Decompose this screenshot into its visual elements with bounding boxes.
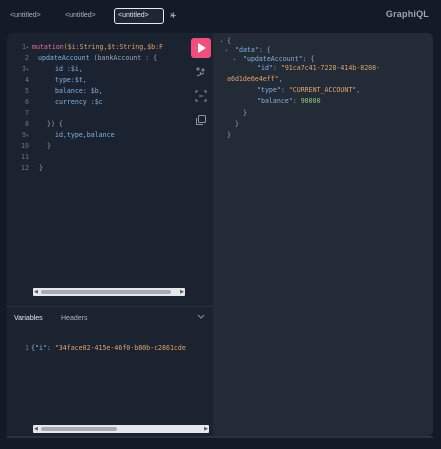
query-editor[interactable]: 1▾ 2 3▾ 4 5 6 7 8 9▾ 10 11 12 mutation($… (7, 33, 213, 306)
code-line: id,type,balance (55, 131, 115, 139)
line-number: 4 (25, 76, 29, 84)
line-number: 3▾ (22, 65, 29, 73)
fold-icon[interactable]: ▾ (233, 57, 236, 63)
tab-untitled-2[interactable]: <untitled> (62, 8, 99, 24)
line-number: 11 (21, 153, 29, 161)
result-line: "data": { (235, 46, 271, 54)
fold-icon[interactable]: ▾ (26, 133, 29, 139)
editor-horizontal-scrollbar[interactable]: ◀ ▶ (33, 288, 185, 296)
tab-label: <untitled> (65, 12, 96, 19)
query-editor-code[interactable]: 1▾ 2 3▾ 4 5 6 7 8 9▾ 10 11 12 mutation($… (7, 39, 183, 279)
line-number: 6 (25, 98, 29, 106)
fold-icon[interactable]: ▾ (220, 39, 223, 45)
code-line: balance: $b, (55, 87, 103, 95)
merge-fragments-icon[interactable] (195, 90, 207, 102)
fold-icon[interactable]: ▾ (26, 67, 29, 73)
result-line: } (235, 120, 239, 128)
tab-bar: <untitled> <untitled> <untitled> × + Gra… (0, 0, 441, 33)
fold-icon[interactable]: ▾ (26, 45, 29, 51)
scroll-right-icon[interactable]: ▶ (180, 289, 184, 295)
result-line: "updateAccount": { (243, 55, 315, 63)
result-viewer[interactable]: ▾ { ▾ "data": { ▾ "updateAccount": { "id… (213, 33, 433, 436)
fold-icon[interactable]: ▾ (225, 48, 228, 54)
run-query-button[interactable] (191, 38, 211, 58)
code-line: currency :$c (55, 98, 103, 106)
chevron-down-icon[interactable] (197, 314, 205, 322)
copy-icon[interactable] (195, 114, 207, 126)
code-line: mutation($i:String,$t:String,$b:F (32, 43, 164, 51)
scroll-left-icon[interactable]: ◀ (34, 289, 38, 295)
scroll-left-icon[interactable]: ◀ (34, 426, 38, 432)
scrollbar-thumb[interactable] (41, 427, 117, 431)
line-number: 7 (25, 109, 29, 117)
result-line: "id": "91ca7c41-7228-414b-8208- (257, 64, 381, 72)
result-line: } (227, 131, 231, 139)
line-number: 5 (25, 87, 29, 95)
line-number: 12 (21, 164, 29, 172)
line-number: 1▾ (22, 43, 29, 51)
tab-untitled-1[interactable]: <untitled> (7, 8, 44, 24)
prettify-icon[interactable] (195, 66, 207, 78)
scrollbar-thumb[interactable] (41, 290, 171, 294)
line-number: 10 (21, 142, 29, 150)
line-number: 1 (25, 344, 29, 352)
line-number: 8 (25, 120, 29, 128)
code-line: } (39, 164, 43, 172)
variables-tabs: Variables Headers (7, 307, 213, 331)
line-number: 9▾ (22, 131, 29, 139)
graphiql-logo: GraphiQL (385, 9, 429, 19)
add-tab-button[interactable]: + (170, 8, 176, 24)
tab-variables[interactable]: Variables (14, 315, 43, 322)
result-line: "balance": 90000 (257, 97, 321, 105)
result-line: { (227, 37, 231, 45)
code-line: {"i": "34face02-415e-46f0-b80b-c2861cde (31, 344, 186, 352)
result-line: } (243, 109, 247, 117)
result-line: "type": "CURRENT_ACCOUNT", (257, 86, 361, 94)
variables-panel: Variables Headers 1 {"i": "34face02-415e… (7, 306, 213, 436)
tab-headers[interactable]: Headers (61, 315, 87, 322)
tab-label: <untitled> (118, 12, 149, 19)
code-line: }) { (47, 120, 63, 128)
window-bottom-border (7, 436, 433, 438)
result-line: a6d1de6e4eff", (227, 75, 283, 83)
tab-untitled-3-active[interactable]: <untitled> × (114, 8, 175, 24)
tab-label: <untitled> (10, 12, 41, 19)
code-line: updateAccount (bankAccount : { (38, 54, 158, 62)
line-number: 2 (25, 54, 29, 62)
scroll-right-icon[interactable]: ▶ (204, 426, 208, 432)
variables-horizontal-scrollbar[interactable]: ◀ ▶ (33, 425, 209, 433)
code-line: id :$i, (55, 65, 83, 73)
code-line: } (47, 142, 51, 150)
code-line: type:$t, (55, 76, 87, 84)
